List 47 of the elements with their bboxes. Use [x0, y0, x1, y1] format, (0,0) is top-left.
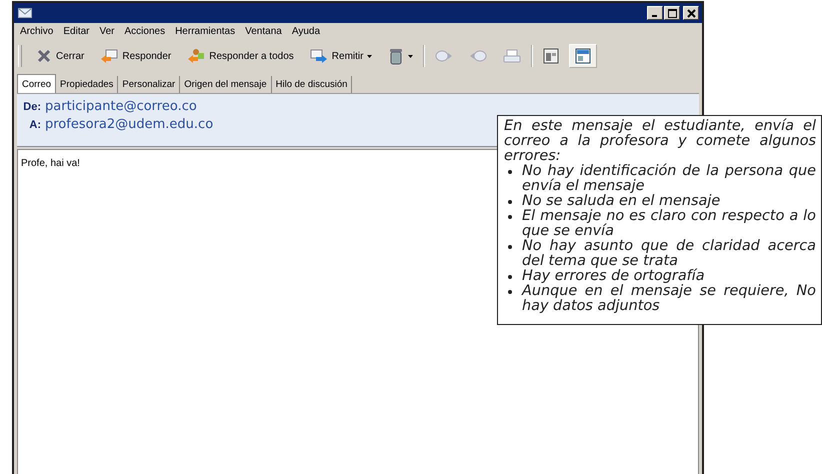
sender-address: participante@correo.co: [45, 98, 197, 115]
bullet-icon: [508, 170, 512, 174]
callout-item: No hay identificación de la persona que envía el mensaje: [522, 164, 816, 194]
menu-item[interactable]: Ver: [99, 26, 114, 37]
callout-item: Hay errores de ortografía: [522, 269, 706, 284]
menu-item[interactable]: Ayuda: [292, 26, 320, 37]
bullet-icon: [508, 245, 512, 249]
field-label: De:: [23, 100, 41, 115]
callout-item: No se saluda en el mensaje: [522, 194, 722, 209]
menu-item[interactable]: Archivo: [20, 26, 54, 37]
window-icon: [575, 48, 592, 64]
menu-item[interactable]: Herramientas: [175, 26, 236, 37]
forward-button[interactable]: Remitir: [304, 44, 378, 68]
layout-icon: [543, 48, 560, 64]
reply-all-button[interactable]: Responder a todos: [181, 44, 300, 68]
preview-button[interactable]: [569, 44, 598, 68]
bullet-icon: [508, 290, 512, 294]
trash-icon: [388, 47, 404, 65]
reply-icon: [100, 48, 118, 64]
bullet-icon: [508, 200, 512, 204]
menu-item[interactable]: Editar: [63, 26, 90, 37]
recipient-address: profesora2@udem.edu.co: [45, 116, 214, 133]
previous-icon: [469, 48, 488, 64]
reply-all-icon: [187, 48, 206, 64]
next-icon: [435, 48, 454, 64]
menu-item[interactable]: Ventana: [245, 26, 282, 37]
message-text: Profe, hai va!: [21, 158, 80, 169]
callout-item: El mensaje no es claro con respecto a lo que se envía: [522, 209, 816, 239]
menu-item[interactable]: Acciones: [124, 26, 166, 37]
callout-text: En este mensaje el estudiante, envía el correo a la profesora y comete algunos errores:: [504, 119, 816, 164]
reply-button[interactable]: Responder: [94, 44, 178, 68]
close-icon: [36, 48, 52, 64]
envelope-icon: [18, 8, 32, 18]
bullet-icon: [508, 215, 512, 219]
print-icon: [503, 48, 522, 64]
close-icon: [686, 8, 696, 18]
bullet-icon: [508, 275, 512, 279]
maximize-button[interactable]: [664, 6, 680, 20]
close-button[interactable]: Cerrar: [30, 44, 90, 68]
callout-item: Aunque en el mensaje se requiere, No hay datos adjuntos: [522, 284, 816, 314]
callout-item: No hay asunto que de claridad acerca del tema que se trata: [522, 239, 816, 269]
close-button[interactable]: [683, 6, 699, 20]
field-label: A:: [28, 118, 41, 133]
forward-icon: [310, 48, 328, 64]
minimize-button[interactable]: [647, 6, 663, 20]
maximize-icon: [668, 8, 676, 18]
tab[interactable]: Correo: [17, 74, 56, 93]
